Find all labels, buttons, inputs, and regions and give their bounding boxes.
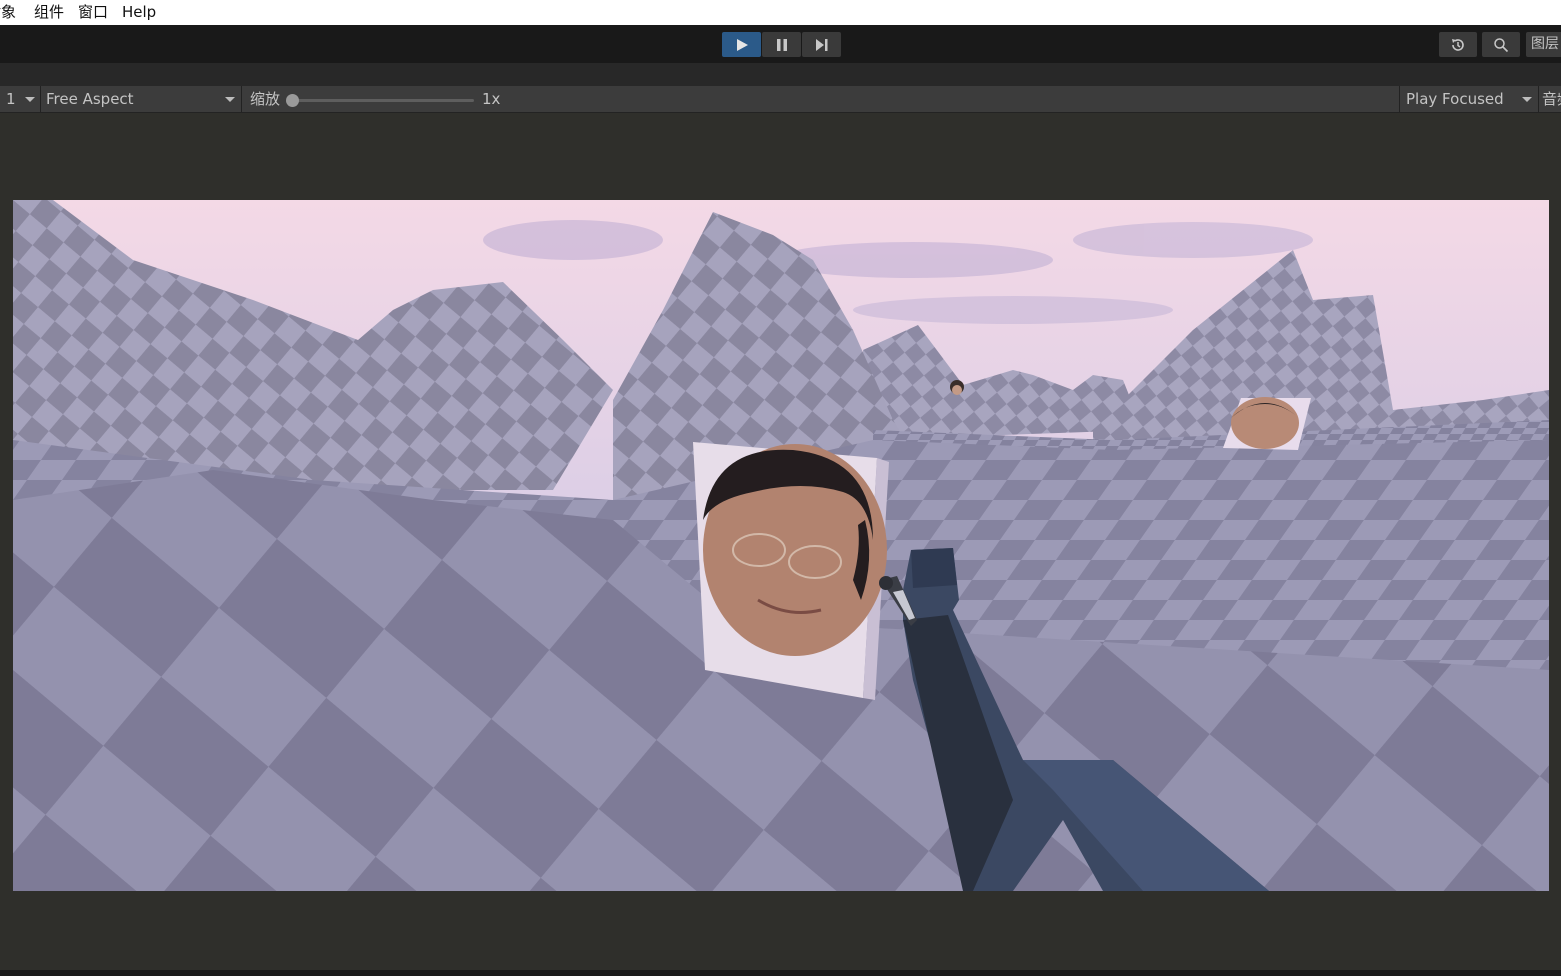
main-toolbar: 图层 bbox=[0, 25, 1561, 63]
near-face-target bbox=[693, 442, 889, 700]
game-viewport[interactable] bbox=[13, 200, 1549, 891]
audio-toggle[interactable]: 音频 bbox=[1542, 86, 1561, 112]
play-button[interactable] bbox=[722, 32, 761, 57]
menu-bar: 对象 组件 窗口 Help bbox=[0, 0, 1561, 25]
history-button[interactable] bbox=[1439, 32, 1477, 57]
layers-dropdown[interactable]: 图层 bbox=[1526, 32, 1561, 57]
tab-strip bbox=[0, 63, 1561, 86]
game-view-toolbar: 1 Free Aspect 缩放 1x Play Focused 音频 bbox=[0, 86, 1561, 113]
menu-item-window[interactable]: 窗口 bbox=[78, 0, 108, 25]
display-dropdown[interactable]: 1 bbox=[0, 86, 41, 112]
scale-label: 缩放 bbox=[250, 90, 281, 108]
scale-value: 1x bbox=[482, 90, 501, 108]
play-mode-value: Play Focused bbox=[1406, 90, 1504, 108]
menu-item-help[interactable]: Help bbox=[122, 0, 156, 25]
chevron-down-icon bbox=[225, 97, 235, 102]
pause-icon bbox=[776, 38, 787, 51]
step-icon bbox=[815, 38, 827, 51]
menu-item-gameobject[interactable]: 对象 bbox=[0, 0, 16, 25]
chevron-down-icon bbox=[1522, 97, 1532, 102]
scale-slider-track[interactable] bbox=[292, 99, 474, 102]
search-icon bbox=[1494, 37, 1509, 52]
scale-slider-handle[interactable] bbox=[286, 94, 299, 107]
play-icon bbox=[736, 38, 748, 51]
aspect-value: Free Aspect bbox=[46, 90, 134, 108]
chevron-down-icon bbox=[25, 97, 35, 102]
step-button[interactable] bbox=[802, 32, 841, 57]
search-button[interactable] bbox=[1482, 32, 1520, 57]
display-value: 1 bbox=[6, 90, 16, 108]
aspect-dropdown[interactable]: Free Aspect bbox=[41, 86, 242, 112]
game-scene bbox=[13, 200, 1549, 891]
play-mode-dropdown[interactable]: Play Focused bbox=[1399, 86, 1539, 112]
menu-item-component[interactable]: 组件 bbox=[34, 0, 64, 25]
play-controls bbox=[722, 32, 841, 57]
pause-button[interactable] bbox=[762, 32, 801, 57]
window-bottom-edge bbox=[0, 970, 1561, 976]
history-icon bbox=[1452, 38, 1464, 51]
